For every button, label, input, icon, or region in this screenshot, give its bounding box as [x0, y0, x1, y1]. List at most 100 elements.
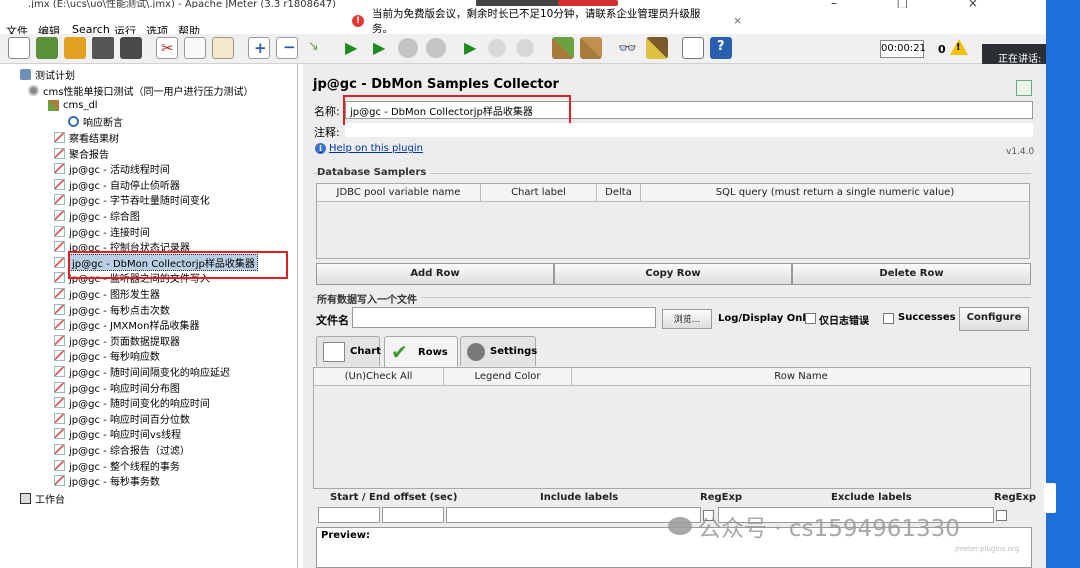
tree-item[interactable]: jp@gc - 页面数据提取器	[54, 333, 180, 348]
tree-item[interactable]: 响应断言	[68, 114, 123, 129]
clear-all-icon[interactable]	[580, 37, 602, 59]
chart-icon	[323, 341, 345, 362]
side-scroll-handle[interactable]	[1044, 483, 1056, 513]
stop-icon[interactable]	[398, 38, 418, 58]
listener-icon	[54, 147, 65, 159]
tree-item[interactable]: 察看结果树	[54, 130, 119, 145]
tree-item-workbench[interactable]: 工作台	[20, 491, 65, 506]
listener-icon	[54, 444, 65, 455]
errors-only-checkbox[interactable]	[805, 313, 816, 324]
save-as-icon[interactable]	[120, 37, 142, 59]
listener-icon	[54, 366, 65, 377]
browse-button[interactable]: 浏览...	[662, 309, 712, 329]
tree-item-label: 察看结果树	[69, 134, 119, 145]
include-labels-field[interactable]	[446, 507, 701, 523]
tree-item[interactable]: jp@gc - JMXMon样品收集器	[54, 317, 199, 332]
listener-icon	[54, 288, 65, 299]
tree-item-label: jp@gc - 每秒点击次数	[69, 305, 170, 317]
function-helper-icon[interactable]	[682, 37, 704, 59]
column-chart-label[interactable]: Chart label	[481, 184, 597, 202]
search-icon[interactable]: 👓	[618, 37, 640, 59]
tree-item[interactable]: cms_dl	[48, 98, 98, 113]
copy-row-button[interactable]: Copy Row	[554, 263, 792, 285]
clear-icon[interactable]	[552, 37, 574, 59]
name-label: 名称:	[314, 105, 340, 118]
tree-item[interactable]: cms性能单接口测试（同一用户进行压力测试）	[28, 83, 253, 98]
tree-item[interactable]: jp@gc - 活动线程时间	[54, 161, 170, 176]
tree-item-label: 工作台	[35, 495, 65, 506]
start-offset-field[interactable]	[318, 507, 380, 523]
rows-table[interactable]: (Un)Check All Legend Color Row Name	[313, 367, 1031, 489]
listener-icon	[54, 334, 65, 346]
tree-item[interactable]: jp@gc - 每秒响应数	[54, 348, 160, 363]
help-link[interactable]: i Help on this plugin	[315, 143, 423, 154]
collapse-icon[interactable]: −	[276, 37, 298, 59]
help-icon[interactable]: ?	[710, 37, 732, 59]
column-check-all[interactable]: (Un)Check All	[314, 368, 444, 386]
expand-icon[interactable]: +	[248, 37, 270, 59]
start-icon[interactable]: ▶	[340, 37, 362, 59]
db-samplers-table[interactable]: JDBC pool variable name Chart label Delt…	[316, 183, 1030, 259]
comment-field[interactable]	[345, 123, 1033, 137]
tree-item[interactable]: jp@gc - 随时间间隔变化的响应延迟	[54, 364, 230, 379]
shutdown-icon[interactable]	[426, 38, 446, 58]
tab-rows[interactable]: ✔ Rows	[384, 336, 458, 367]
info-icon: i	[315, 143, 326, 154]
tree-item[interactable]: jp@gc - 整个线程的事务	[54, 458, 180, 473]
tree-item[interactable]: jp@gc - 每秒点击次数	[54, 302, 170, 317]
window-controls[interactable]: – □ ×	[831, 0, 1006, 8]
tree-item-label: jp@gc - 响应时间百分位数	[69, 414, 190, 426]
configure-button[interactable]: Configure	[959, 307, 1029, 331]
reset-search-icon[interactable]	[646, 37, 668, 59]
help-link-text[interactable]: Help on this plugin	[329, 143, 423, 154]
tree-item[interactable]: jp@gc - 响应时间分布图	[54, 380, 180, 395]
tree-item[interactable]: jp@gc - 随时间变化的响应时间	[54, 395, 210, 410]
successes-checkbox[interactable]	[883, 313, 894, 324]
tree-item-test-plan[interactable]: 测试计划	[20, 67, 75, 82]
errors-only-label: 仅日志错误	[819, 316, 869, 327]
tab-settings[interactable]: Settings	[460, 336, 537, 366]
tree-item-label: jp@gc - 综合图	[69, 212, 140, 223]
tab-chart[interactable]: Chart	[316, 336, 381, 366]
close-icon[interactable]: ×	[733, 15, 742, 27]
column-delta[interactable]: Delta	[597, 184, 641, 202]
tree-item[interactable]: jp@gc - 综合报告（过滤）	[54, 442, 190, 457]
toggle-icon[interactable]: ↘	[304, 37, 326, 59]
delete-row-button[interactable]: Delete Row	[792, 263, 1031, 285]
templates-icon[interactable]	[36, 37, 58, 59]
expand-panel-icon[interactable]	[1016, 80, 1032, 96]
paste-icon[interactable]	[212, 37, 234, 59]
remote-shutdown-icon[interactable]	[516, 39, 534, 57]
exclude-regexp-checkbox[interactable]	[996, 510, 1007, 521]
tree-item[interactable]: jp@gc - 字节吞吐量随时间变化	[54, 192, 210, 207]
filename-field[interactable]	[352, 307, 656, 328]
tree-item[interactable]: jp@gc - 自动停止侦听器	[54, 177, 180, 192]
column-row-name[interactable]: Row Name	[572, 368, 1030, 386]
save-icon[interactable]	[92, 37, 114, 59]
tree-item[interactable]: jp@gc - 响应时间vs线程	[54, 426, 181, 441]
open-icon[interactable]	[64, 37, 86, 59]
end-offset-field[interactable]	[382, 507, 444, 523]
column-jdbc-pool[interactable]: JDBC pool variable name	[317, 184, 481, 202]
tree-item[interactable]: jp@gc - 响应时间百分位数	[54, 411, 190, 426]
new-icon[interactable]	[8, 37, 30, 59]
remote-start-icon[interactable]: ▶	[460, 37, 482, 59]
copy-icon[interactable]	[184, 37, 206, 59]
speaking-text: 正在讲话: 肖	[998, 53, 1048, 65]
tree-item[interactable]: jp@gc - 连接时间	[54, 224, 150, 239]
start-no-pause-icon[interactable]: ▶	[368, 37, 390, 59]
test-plan-tree[interactable]: 测试计划 cms性能单接口测试（同一用户进行压力测试） cms_dl 响应断言察看结果…	[0, 64, 298, 568]
remote-stop-icon[interactable]	[488, 39, 506, 57]
tree-item[interactable]: jp@gc - 综合图	[54, 208, 140, 223]
tree-item-label: jp@gc - 字节吞吐量随时间变化	[69, 196, 210, 208]
column-legend-color[interactable]: Legend Color	[444, 368, 572, 386]
column-sql-query[interactable]: SQL query (must return a single numeric …	[641, 184, 1029, 202]
cut-icon[interactable]: ✂	[156, 37, 178, 59]
listener-icon	[54, 272, 65, 284]
tree-item-label: cms性能单接口测试（同一用户进行压力测试）	[43, 86, 254, 98]
tree-item[interactable]: 聚合报告	[54, 146, 109, 161]
add-row-button[interactable]: Add Row	[316, 263, 554, 285]
tree-item[interactable]: jp@gc - 图形发生器	[54, 286, 160, 301]
warning-triangle-icon[interactable]: !	[950, 39, 968, 55]
tree-item[interactable]: jp@gc - 每秒事务数	[54, 473, 160, 488]
